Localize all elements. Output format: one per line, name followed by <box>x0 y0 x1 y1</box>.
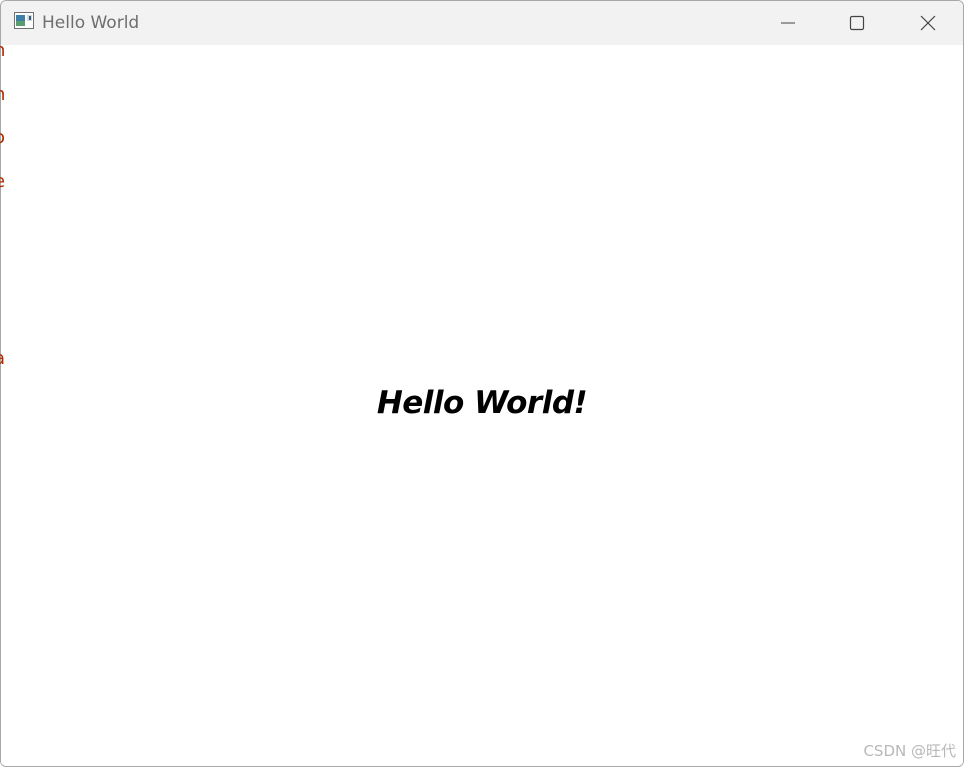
edge-fragment: a <box>0 348 8 370</box>
window-title: Hello World <box>42 13 140 33</box>
edge-fragment: e <box>0 171 8 193</box>
maximize-button[interactable] <box>823 1 891 45</box>
close-icon <box>920 15 936 31</box>
edge-fragment: n <box>0 40 8 62</box>
maximize-icon <box>849 15 865 31</box>
client-area: Hello World! <box>1 45 963 766</box>
app-window-icon <box>14 12 34 29</box>
minimize-button[interactable] <box>754 1 822 45</box>
app-window: Hello World Hello World! <box>0 0 964 767</box>
hello-label: Hello World! <box>376 385 588 421</box>
watermark: CSDN @旺代 <box>863 742 956 760</box>
edge-fragment: n <box>0 84 8 106</box>
minimize-icon <box>781 22 795 24</box>
edge-fragment: o <box>0 127 8 149</box>
title-bar[interactable]: Hello World <box>1 1 963 45</box>
close-button[interactable] <box>894 1 962 45</box>
